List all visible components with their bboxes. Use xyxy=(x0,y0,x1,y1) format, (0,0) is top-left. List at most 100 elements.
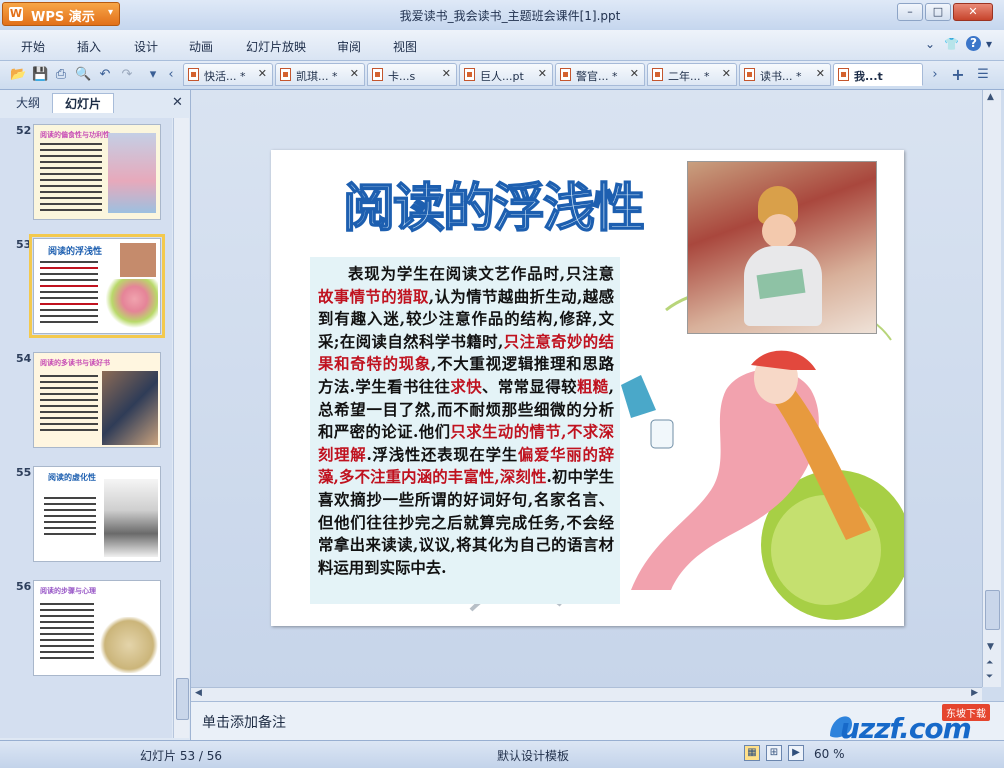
body-text: .浮浅性还表现在学生 xyxy=(366,445,518,464)
slide-thumbnail[interactable]: 阅读的多读书与读好书 xyxy=(33,352,161,448)
close-icon[interactable]: ✕ xyxy=(816,67,825,80)
chevron-down-icon: ▾ xyxy=(107,7,113,18)
chevron-down-icon[interactable]: ▾ xyxy=(986,37,992,51)
scroll-left-icon[interactable]: ◀ xyxy=(195,688,202,698)
scroll-up-icon[interactable]: ▲ xyxy=(987,92,994,102)
ppt-file-icon xyxy=(560,68,571,81)
thumbnail-title: 阅读的偏食性与功利性 xyxy=(40,131,110,139)
next-slide-icon[interactable]: ⏷ xyxy=(986,672,993,682)
doc-tab[interactable]: 读书... * ✕ xyxy=(739,63,831,86)
notes-placeholder[interactable]: 单击添加备注 xyxy=(202,712,286,732)
menu-slideshow[interactable]: 幻灯片放映 xyxy=(246,38,306,55)
tab-outline[interactable]: 大纲 xyxy=(6,93,50,113)
skin-icon[interactable]: 👕 xyxy=(944,37,959,51)
close-icon[interactable]: ✕ xyxy=(350,67,359,80)
scroll-right-icon[interactable]: ▶ xyxy=(971,688,978,698)
menu-home[interactable]: 开始 xyxy=(21,38,45,55)
slide-pane: 大纲 幻灯片 ✕ 52 阅读的偏食性与功利性 53 阅读的浮浅性 54 阅读的多… xyxy=(0,90,191,740)
open-folder-icon[interactable]: 📂 xyxy=(10,67,26,83)
main-horizontal-scrollbar[interactable]: ◀ ▶ xyxy=(191,687,982,701)
slide-canvas[interactable]: 阅读的浮浅性 表现为学生在阅读文艺作品时,只注意故事情节的猎取,认为情节越曲折生… xyxy=(271,150,904,626)
menu-insert[interactable]: 插入 xyxy=(77,38,101,55)
document-title: 我爱读书_我会读书_主题班会课件[1].ppt xyxy=(399,9,621,23)
customize-toolbar-icon[interactable]: ▾ xyxy=(145,67,161,83)
child-reading-photo xyxy=(687,161,877,334)
ppt-file-icon xyxy=(188,68,199,81)
thumbnail-title: 阅读的步骤与心理 xyxy=(40,587,96,595)
maximize-button[interactable]: □ xyxy=(925,3,951,21)
slide-counter: 幻灯片 53 / 56 xyxy=(140,749,223,763)
body-text: 表现为学生在阅读文艺作品时,只注意 xyxy=(348,265,614,283)
slide-thumbnail-selected[interactable]: 阅读的浮浅性 xyxy=(29,234,165,338)
body-highlight: 粗糙 xyxy=(576,377,609,396)
doc-tab[interactable]: 凯琪... * ✕ xyxy=(275,63,365,86)
thumbnail-list: 52 阅读的偏食性与功利性 53 阅读的浮浅性 54 阅读的多读书与读好书 55… xyxy=(0,118,172,738)
close-icon[interactable]: ✕ xyxy=(172,95,183,110)
previous-slide-icon[interactable]: ⏶ xyxy=(986,658,993,668)
site-watermark: uzzf.com 东坡下载 xyxy=(826,700,1002,748)
close-icon[interactable]: ✕ xyxy=(538,67,547,80)
scroll-down-icon[interactable]: ▼ xyxy=(987,642,994,652)
print-icon[interactable]: ⎙ xyxy=(53,67,69,83)
slide-title[interactable]: 阅读的浮浅性 xyxy=(342,166,646,241)
thumbnail-title: 阅读的虚化性 xyxy=(48,473,96,482)
tab-strip: 📂 💾 ⎙ 🔍 ↶ ↷ ▾ ‹ 快活... * ✕ 凯琪... * ✕ 卡...s ✕… xyxy=(0,61,1004,90)
main-vertical-scrollbar[interactable]: ▲ ▼ ⏶ ⏷ xyxy=(982,90,1001,687)
slide-thumbnail[interactable]: 阅读的步骤与心理 xyxy=(33,580,161,676)
slide-sorter-icon[interactable]: ⊞ xyxy=(766,745,782,761)
body-highlight: 故事情节的猎取 xyxy=(318,287,429,306)
tab-scroll-left-icon[interactable]: ‹ xyxy=(163,67,179,83)
doc-tab-active[interactable]: 我...t xyxy=(833,63,923,86)
menu-bar: 开始 插入 设计 动画 幻灯片放映 审阅 视图 ⌄ 👕 ? ▾ xyxy=(0,30,1004,61)
menu-animation[interactable]: 动画 xyxy=(189,38,213,55)
close-button[interactable]: ✕ xyxy=(953,3,993,21)
close-icon[interactable]: ✕ xyxy=(722,67,731,80)
menu-design[interactable]: 设计 xyxy=(134,38,158,55)
normal-view-icon[interactable]: ▦ xyxy=(744,745,760,761)
doc-tab[interactable]: 巨人...pt ✕ xyxy=(459,63,553,86)
save-icon[interactable]: 💾 xyxy=(32,67,48,83)
minimize-button[interactable]: – xyxy=(897,3,923,21)
close-icon[interactable]: ✕ xyxy=(630,67,639,80)
ppt-file-icon xyxy=(838,68,849,81)
redo-icon[interactable]: ↷ xyxy=(119,67,135,83)
wps-logo-icon: W xyxy=(9,7,23,21)
tab-list-icon[interactable]: ☰ xyxy=(975,67,991,83)
body-text: 、常常显得较 xyxy=(482,377,577,396)
help-icon[interactable]: ? xyxy=(966,36,981,51)
print-preview-icon[interactable]: 🔍 xyxy=(75,67,91,83)
watermark-tag: 东坡下载 xyxy=(942,704,990,721)
zoom-level[interactable]: 60 % xyxy=(814,747,845,761)
body-highlight: 求快 xyxy=(450,377,483,396)
doc-tab[interactable]: 卡...s ✕ xyxy=(367,63,457,86)
doc-tab[interactable]: 二年... * ✕ xyxy=(647,63,737,86)
design-template: 默认设计模板 xyxy=(497,749,570,763)
thumbnail-title: 阅读的浮浅性 xyxy=(48,247,103,257)
ppt-file-icon xyxy=(744,68,755,81)
tab-slides[interactable]: 幻灯片 xyxy=(52,93,114,113)
slide-thumbnail[interactable]: 阅读的虚化性 xyxy=(33,466,161,562)
chevron-down-icon[interactable]: ⌄ xyxy=(925,37,935,51)
thumbnail-scrollbar[interactable] xyxy=(173,118,189,738)
slide-number: 54 xyxy=(16,352,32,365)
ppt-file-icon xyxy=(464,68,475,81)
undo-icon[interactable]: ↶ xyxy=(97,67,113,83)
menu-review[interactable]: 审阅 xyxy=(337,38,361,55)
menu-view[interactable]: 视图 xyxy=(393,38,417,55)
doc-tab[interactable]: 快活... * ✕ xyxy=(183,63,273,86)
tab-scroll-right-icon[interactable]: › xyxy=(927,67,943,83)
slide-number: 52 xyxy=(16,124,32,137)
slide-thumbnail[interactable]: 阅读的偏食性与功利性 xyxy=(33,124,161,220)
slide-body-textbox[interactable]: 表现为学生在阅读文艺作品时,只注意故事情节的猎取,认为情节越曲折生动,越感到有趣… xyxy=(310,257,620,604)
new-tab-icon[interactable]: + xyxy=(950,67,966,83)
title-bar: W WPS 演示 ▾ 我爱读书_我会读书_主题班会课件[1].ppt – □ ✕ xyxy=(0,0,1004,31)
wps-app-menu-button[interactable]: W WPS 演示 ▾ xyxy=(2,2,120,26)
close-icon[interactable]: ✕ xyxy=(442,67,451,80)
slide-number: 56 xyxy=(16,580,32,593)
slideshow-icon[interactable]: ▶ xyxy=(788,745,804,761)
doc-tab[interactable]: 警官... * ✕ xyxy=(555,63,645,86)
slide-number: 55 xyxy=(16,466,32,479)
thumbnail-title: 阅读的多读书与读好书 xyxy=(40,359,110,367)
close-icon[interactable]: ✕ xyxy=(258,67,267,80)
ppt-file-icon xyxy=(280,68,291,81)
